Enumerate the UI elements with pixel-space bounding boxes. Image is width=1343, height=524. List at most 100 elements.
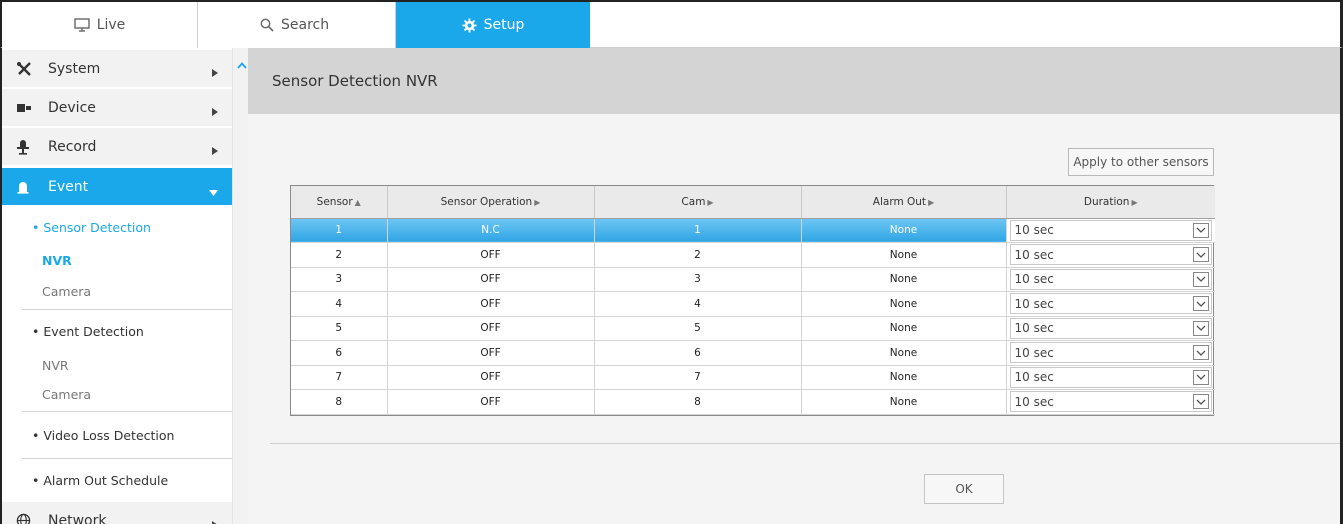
- table-row[interactable]: 8 OFF 8 None 10 sec: [291, 389, 1215, 415]
- globe-icon: [16, 513, 38, 524]
- chevron-down-icon[interactable]: [1193, 320, 1209, 336]
- page-title-bar: Sensor Detection NVR: [248, 48, 1340, 114]
- chevron-up-icon[interactable]: [237, 58, 247, 72]
- cell-alarm-out[interactable]: None: [801, 365, 1007, 390]
- chevron-down-icon[interactable]: [1193, 345, 1209, 361]
- sidebar-sub-event-nvr[interactable]: NVR: [2, 358, 232, 373]
- cell-sensor-operation[interactable]: OFF: [387, 316, 595, 341]
- cell-duration: 10 sec: [1006, 340, 1215, 366]
- table-row[interactable]: 7 OFF 7 None 10 sec: [291, 365, 1215, 390]
- cell-sensor-operation[interactable]: OFF: [387, 389, 595, 415]
- header-cam[interactable]: Cam ▶: [594, 186, 802, 219]
- table-row[interactable]: 1 N.C 1 None 10 sec: [291, 218, 1215, 243]
- caret-right-icon: [212, 143, 218, 159]
- tab-setup-label: Setup: [483, 17, 525, 33]
- sort-up-icon: ▲: [354, 197, 361, 207]
- sidebar-item-label: Record: [48, 138, 97, 155]
- table-row[interactable]: 2 OFF 2 None 10 sec: [291, 242, 1215, 268]
- header-alarm-out[interactable]: Alarm Out ▶: [801, 186, 1007, 219]
- duration-value: 10 sec: [1014, 296, 1054, 311]
- sidebar-sub-sensor-detection[interactable]: • Sensor Detection: [2, 220, 232, 235]
- cell-duration: 10 sec: [1006, 242, 1215, 268]
- sidebar-item-record[interactable]: Record: [2, 128, 232, 166]
- chevron-down-icon[interactable]: [1193, 271, 1209, 287]
- header-sensor-operation[interactable]: Sensor Operation ▶: [387, 186, 595, 219]
- cell-alarm-out[interactable]: None: [801, 267, 1007, 292]
- sidebar-item-system[interactable]: System: [2, 50, 232, 88]
- table-header-row: Sensor ▲ Sensor Operation ▶ Cam ▶ Alarm Out…: [291, 186, 1215, 219]
- ok-button[interactable]: OK: [924, 474, 1004, 504]
- sensor-table: Sensor ▲ Sensor Operation ▶ Cam ▶ Alarm Out…: [290, 185, 1215, 416]
- cell-cam[interactable]: 3: [594, 267, 802, 292]
- cell-sensor-operation[interactable]: OFF: [387, 267, 595, 292]
- cell-duration: 10 sec: [1006, 316, 1215, 341]
- table-row[interactable]: 6 OFF 6 None 10 sec: [291, 340, 1215, 366]
- sidebar-item-label: System: [48, 60, 101, 77]
- cell-sensor: 5: [291, 316, 388, 341]
- content-divider: [270, 443, 1340, 444]
- sidebar-sub-event-detection[interactable]: • Event Detection: [2, 324, 232, 339]
- cell-cam[interactable]: 4: [594, 291, 802, 317]
- cell-sensor: 2: [291, 242, 388, 268]
- sidebar-sub-sensor-nvr[interactable]: NVR: [2, 253, 232, 268]
- chevron-down-icon[interactable]: [1193, 222, 1209, 238]
- duration-value: 10 sec: [1014, 247, 1054, 262]
- cell-duration: 10 sec: [1006, 218, 1215, 243]
- sort-right-icon: ▶: [1131, 197, 1138, 207]
- sidebar-sub-alarm-out-schedule[interactable]: • Alarm Out Schedule: [2, 473, 232, 488]
- page-title: Sensor Detection NVR: [272, 72, 438, 90]
- cell-cam[interactable]: 5: [594, 316, 802, 341]
- cell-alarm-out[interactable]: None: [801, 316, 1007, 341]
- table-row[interactable]: 3 OFF 3 None 10 sec: [291, 267, 1215, 292]
- duration-select[interactable]: 10 sec: [1009, 293, 1212, 315]
- cell-cam[interactable]: 7: [594, 365, 802, 390]
- chevron-down-icon[interactable]: [1193, 296, 1209, 312]
- tab-search-label: Search: [281, 17, 330, 33]
- chevron-down-icon[interactable]: [1193, 369, 1209, 385]
- table-row[interactable]: 4 OFF 4 None 10 sec: [291, 291, 1215, 317]
- tab-setup[interactable]: Setup: [396, 2, 590, 48]
- duration-select[interactable]: 10 sec: [1009, 268, 1212, 290]
- cell-cam[interactable]: 1: [594, 218, 802, 243]
- cell-alarm-out[interactable]: None: [801, 340, 1007, 366]
- duration-select[interactable]: 10 sec: [1009, 391, 1212, 413]
- chevron-down-icon[interactable]: [1193, 247, 1209, 263]
- duration-select[interactable]: 10 sec: [1009, 366, 1212, 388]
- top-tab-bar: Live Search Setup: [0, 0, 1343, 48]
- table-row[interactable]: 5 OFF 5 None 10 sec: [291, 316, 1215, 341]
- chevron-down-icon[interactable]: [1193, 394, 1209, 410]
- cell-cam[interactable]: 8: [594, 389, 802, 415]
- sidebar-item-network[interactable]: Network: [2, 502, 232, 524]
- cell-sensor-operation[interactable]: OFF: [387, 291, 595, 317]
- sidebar-separator: [22, 458, 232, 459]
- caret-right-icon: [212, 65, 218, 81]
- duration-select[interactable]: 10 sec: [1009, 244, 1212, 266]
- cell-sensor-operation[interactable]: OFF: [387, 340, 595, 366]
- cell-sensor-operation[interactable]: N.C: [387, 218, 595, 243]
- cell-cam[interactable]: 6: [594, 340, 802, 366]
- tab-live[interactable]: Live: [2, 2, 198, 48]
- sidebar-item-event[interactable]: Event: [2, 168, 232, 206]
- cell-cam[interactable]: 2: [594, 242, 802, 268]
- tab-search[interactable]: Search: [198, 2, 396, 48]
- cell-sensor-operation[interactable]: OFF: [387, 365, 595, 390]
- search-icon: [260, 18, 274, 32]
- cell-duration: 10 sec: [1006, 267, 1215, 292]
- sidebar-separator: [22, 309, 232, 310]
- sidebar-sub-sensor-camera[interactable]: Camera: [2, 284, 232, 299]
- apply-to-other-sensors-button[interactable]: Apply to other sensors: [1068, 148, 1214, 176]
- sidebar-sub-event-camera[interactable]: Camera: [2, 387, 232, 402]
- duration-select[interactable]: 10 sec: [1009, 317, 1212, 339]
- header-sensor[interactable]: Sensor ▲: [291, 186, 388, 219]
- cell-sensor-operation[interactable]: OFF: [387, 242, 595, 268]
- header-duration[interactable]: Duration ▶: [1006, 186, 1215, 219]
- cell-alarm-out[interactable]: None: [801, 242, 1007, 268]
- sidebar-item-device[interactable]: Device: [2, 89, 232, 127]
- duration-select[interactable]: 10 sec: [1009, 219, 1212, 241]
- sort-right-icon: ▶: [534, 197, 541, 207]
- sidebar-sub-video-loss[interactable]: • Video Loss Detection: [2, 428, 232, 443]
- cell-alarm-out[interactable]: None: [801, 218, 1007, 243]
- duration-select[interactable]: 10 sec: [1009, 342, 1212, 364]
- cell-alarm-out[interactable]: None: [801, 389, 1007, 415]
- cell-alarm-out[interactable]: None: [801, 291, 1007, 317]
